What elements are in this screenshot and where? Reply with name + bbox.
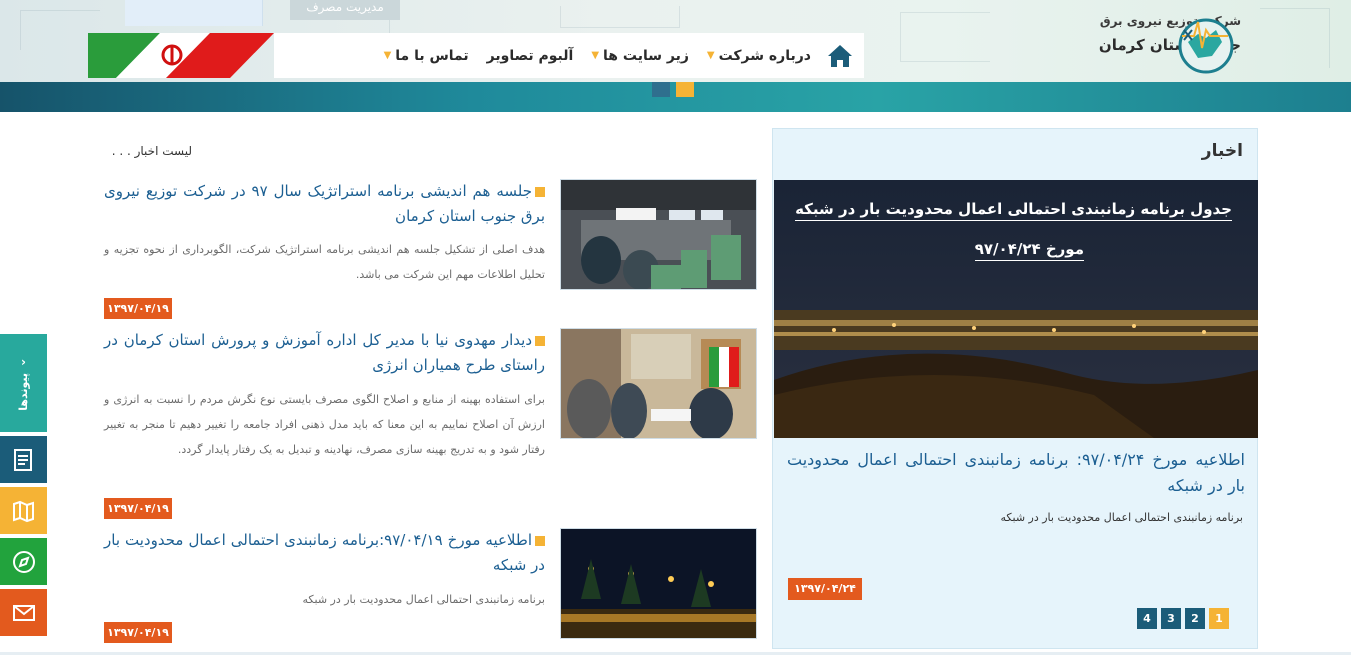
main-navbar: درباره شرکت ▼ زیر سایت ها ▼ آلبوم تصاویر… [274,33,864,78]
news-panel-image[interactable]: جدول برنامه زمانبندی احتمالی اعمال محدود… [774,180,1258,438]
news-item-summary: برنامه زمانبندی احتمالی اعمال محدودیت با… [302,593,545,606]
news-panel-date: ۱۳۹۷/۰۴/۲۴ [788,578,862,600]
news-item-title[interactable]: جلسه هم اندیشی برنامه استراتژیک سال ۹۷ د… [104,179,545,229]
page-root: مدیریت مصرف درباره شرکت ▼ زیر سایت ها ▼ … [0,0,1351,655]
nav-subsites[interactable]: زیر سایت ها ▼ [591,48,689,64]
page-button-3[interactable]: 3 [1161,608,1181,629]
news-thumbnail[interactable] [560,328,757,439]
compass-icon[interactable] [0,538,47,585]
top-strip [125,0,263,26]
news-item-title[interactable]: اطلاعیه مورخ ۹۷/۰۴/۱۹:برنامه زمانبندی اح… [104,528,545,578]
bullet-icon [535,186,545,197]
page-button-1[interactable]: 1 [1209,608,1229,629]
slider-indicator-active[interactable] [676,82,694,97]
news-item-date: ۱۳۹۷/۰۴/۱۹ [104,498,172,519]
news-item-title[interactable]: دیدار مهدوی نیا با مدیر کل اداره آموزش و… [104,328,545,378]
news-panel-headline[interactable]: اطلاعیه مورخ ۹۷/۰۴/۲۴: برنامه زمانبندی ا… [787,447,1245,499]
slider-indicator[interactable] [652,82,670,97]
page-button-4[interactable]: 4 [1137,608,1157,629]
nav-about-company[interactable]: درباره شرکت ▼ [707,48,811,64]
nav-photo-album-label: آلبوم تصاویر [486,47,574,64]
news-thumbnail[interactable] [560,528,757,639]
news-panel-image-date: مورخ ۹۷/۰۴/۲۴ [974,240,1084,261]
news-item-summary: برای استفاده بهینه از منابع و اصلاح الگو… [104,393,545,456]
news-item-date: ۱۳۹۷/۰۴/۱۹ [104,298,172,319]
news-panel: اخبار جدول برنامه زمانبندی احتمالی اعمال… [772,128,1258,649]
news-list-title: لیست اخبار . . . [111,144,192,158]
news-panel-summary: برنامه زمانبندی احتمالی اعمال محدودیت با… [1000,511,1243,524]
chevron-down-icon: ▼ [383,50,392,61]
news-thumbnail[interactable] [560,179,757,290]
list-item[interactable]: اطلاعیه مورخ ۹۷/۰۴/۱۹:برنامه زمانبندی اح… [104,528,757,646]
document-icon[interactable] [0,436,47,483]
links-tab[interactable]: › پیوندها [0,334,47,432]
news-item-title-text: اطلاعیه مورخ ۹۷/۰۴/۱۹:برنامه زمانبندی اح… [104,531,545,574]
list-item[interactable]: دیدار مهدوی نیا با مدیر کل اداره آموزش و… [104,328,757,523]
nav-contact-us-label: تماس با ما [395,47,469,64]
news-pager: 1 2 3 4 [1137,608,1229,629]
mail-icon[interactable] [0,589,47,636]
list-item[interactable]: جلسه هم اندیشی برنامه استراتژیک سال ۹۷ د… [104,179,757,324]
home-icon[interactable] [820,33,860,78]
top-tab-consumption[interactable]: مدیریت مصرف [290,0,400,20]
bullet-icon [535,335,545,346]
nav-photo-album[interactable]: آلبوم تصاویر [487,48,574,64]
news-panel-image-caption: جدول برنامه زمانبندی احتمالی اعمال محدود… [795,200,1232,221]
news-item-date: ۱۳۹۷/۰۴/۱۹ [104,622,172,643]
nav-subsites-label: زیر سایت ها [603,47,689,64]
page-button-2[interactable]: 2 [1185,608,1205,629]
map-icon[interactable] [0,487,47,534]
header-separator [0,112,1351,128]
chevron-right-icon: › [21,355,26,370]
news-panel-title: اخبار [1201,141,1243,161]
nav-about-company-label: درباره شرکت [718,47,811,64]
chevron-down-icon: ▼ [591,50,600,61]
company-logo-icon[interactable] [1172,12,1238,74]
news-item-title-text: دیدار مهدوی نیا با مدیر کل اداره آموزش و… [104,331,545,374]
bullet-icon [535,535,545,546]
nav-contact-us[interactable]: تماس با ما ▼ [384,48,469,64]
iran-flag [88,33,274,78]
chevron-down-icon: ▼ [706,50,715,61]
news-item-summary: هدف اصلی از تشکیل جلسه هم اندیشی برنامه … [104,243,545,281]
news-item-title-text: جلسه هم اندیشی برنامه استراتژیک سال ۹۷ د… [104,182,545,225]
links-tab-label: پیوندها [17,373,30,411]
